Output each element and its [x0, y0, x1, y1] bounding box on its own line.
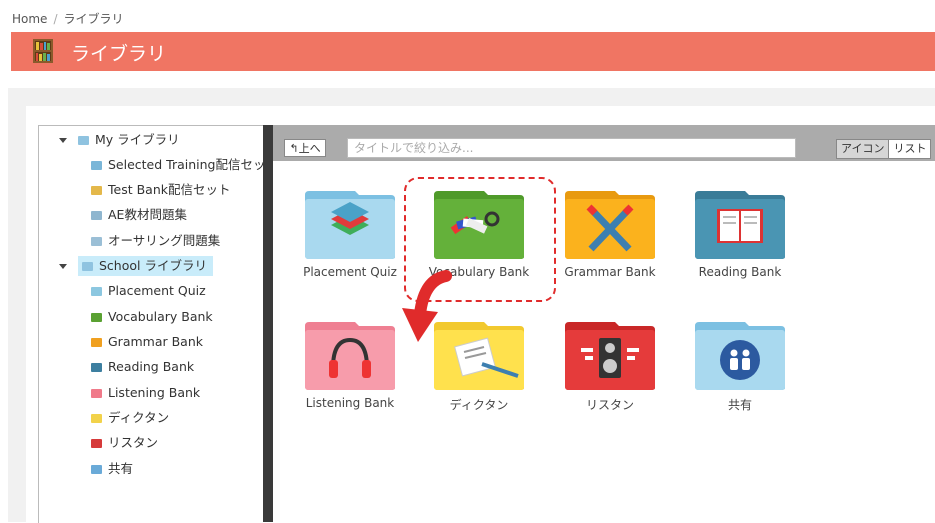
folder-placement-quiz[interactable]: Placement Quiz — [290, 189, 410, 279]
list-view-button[interactable]: リスト — [889, 139, 932, 159]
page-header: ライブラリ — [11, 32, 935, 71]
folder-icon — [91, 161, 102, 170]
title-filter-input[interactable] — [347, 138, 796, 158]
crossed-pencils-icon — [565, 191, 655, 259]
folder-listan[interactable]: リスタン — [550, 320, 670, 413]
tree-item-test-bank[interactable]: Test Bank配信セット — [91, 180, 231, 200]
tree-item-dictan[interactable]: ディクタン — [91, 408, 169, 428]
folder-label: Grammar Bank — [564, 265, 656, 279]
expand-arrow-icon[interactable] — [59, 264, 67, 269]
tree-item-vocabulary-bank[interactable]: Vocabulary Bank — [91, 307, 213, 327]
folder-icon — [82, 262, 93, 271]
tree-node-school-library[interactable]: School ライブラリ — [59, 256, 213, 276]
tree-item-label: ディクタン — [108, 410, 170, 425]
view-toggle: アイコン リスト — [836, 139, 932, 159]
folder-icon — [91, 186, 102, 195]
folder-reading-bank[interactable]: Reading Bank — [680, 189, 800, 279]
people-icon — [695, 322, 785, 390]
folder-label: Listening Bank — [305, 396, 395, 410]
folder-icon — [91, 237, 102, 246]
tree-node-my-library[interactable]: My ライブラリ — [59, 130, 180, 150]
breadcrumb-home-link[interactable]: Home — [12, 12, 47, 26]
folder-icon — [91, 338, 102, 347]
tree-item-label: Placement Quiz — [108, 283, 206, 298]
layers-icon — [305, 191, 395, 259]
folder-label: Reading Bank — [698, 265, 782, 279]
tree-item-authoring[interactable]: オーサリング問題集 — [91, 231, 220, 251]
tree-node-label: School ライブラリ — [99, 258, 207, 273]
panel-splitter[interactable] — [263, 125, 273, 522]
folder-icon — [78, 136, 89, 145]
open-book-icon — [695, 191, 785, 259]
folder-toolbar: ↰上へ アイコン リスト — [273, 125, 935, 161]
tree-item-label: Test Bank配信セット — [108, 182, 231, 197]
tree-item-label: リスタン — [108, 435, 159, 450]
folder-icon — [91, 313, 102, 322]
tree-item-shared[interactable]: 共有 — [91, 459, 133, 479]
folder-label: ディクタン — [449, 398, 509, 412]
tree-item-label: Selected Training配信セット — [108, 157, 264, 172]
page-title: ライブラリ — [71, 43, 167, 65]
up-arrow-icon: ↰ — [289, 142, 299, 155]
tree-item-placement-quiz[interactable]: Placement Quiz — [91, 281, 206, 301]
breadcrumb-current: ライブラリ — [63, 12, 124, 26]
tree-item-label: Listening Bank — [108, 385, 201, 400]
speaker-icon — [565, 322, 655, 390]
folder-grammar-bank[interactable]: Grammar Bank — [550, 189, 670, 279]
tree-item-label: オーサリング問題集 — [108, 233, 221, 248]
icon-view-button[interactable]: アイコン — [836, 139, 890, 159]
expand-arrow-icon[interactable] — [59, 138, 67, 143]
tree-item-label: Vocabulary Bank — [108, 309, 213, 324]
folder-icon — [91, 389, 102, 398]
folder-icon — [91, 363, 102, 372]
tree-item-label: 共有 — [108, 461, 134, 476]
tree-item-label: Grammar Bank — [108, 334, 204, 349]
up-button[interactable]: ↰上へ — [284, 139, 326, 157]
folder-icon — [91, 211, 102, 220]
tree-item-ae-materials[interactable]: AE教材問題集 — [91, 205, 187, 225]
folder-label: リスタン — [585, 398, 634, 412]
folder-icon — [91, 287, 102, 296]
tree-item-listening-bank[interactable]: Listening Bank — [91, 383, 200, 403]
up-button-label: 上へ — [298, 142, 321, 155]
headphones-icon — [305, 322, 395, 390]
breadcrumb: Home / ライブラリ — [12, 10, 124, 27]
tree-item-listan[interactable]: リスタン — [91, 433, 158, 453]
folder-icon — [91, 414, 102, 423]
tree-item-selected-training[interactable]: Selected Training配信セット — [91, 155, 264, 175]
tree-item-reading-bank[interactable]: Reading Bank — [91, 357, 194, 377]
tree-item-label: AE教材問題集 — [108, 207, 187, 222]
tree-item-label: Reading Bank — [108, 359, 195, 374]
folder-icon — [91, 439, 102, 448]
tree-node-label: My ライブラリ — [95, 132, 180, 147]
folder-shared[interactable]: 共有 — [680, 320, 800, 413]
library-tree: My ライブラリ Selected Training配信セット Test Ban… — [38, 125, 264, 523]
folder-icon — [91, 465, 102, 474]
breadcrumb-separator: / — [53, 12, 58, 26]
tree-item-grammar-bank[interactable]: Grammar Bank — [91, 332, 203, 352]
folder-label: 共有 — [727, 398, 752, 412]
curved-arrow-icon — [402, 270, 452, 342]
bookshelf-icon — [33, 39, 53, 63]
